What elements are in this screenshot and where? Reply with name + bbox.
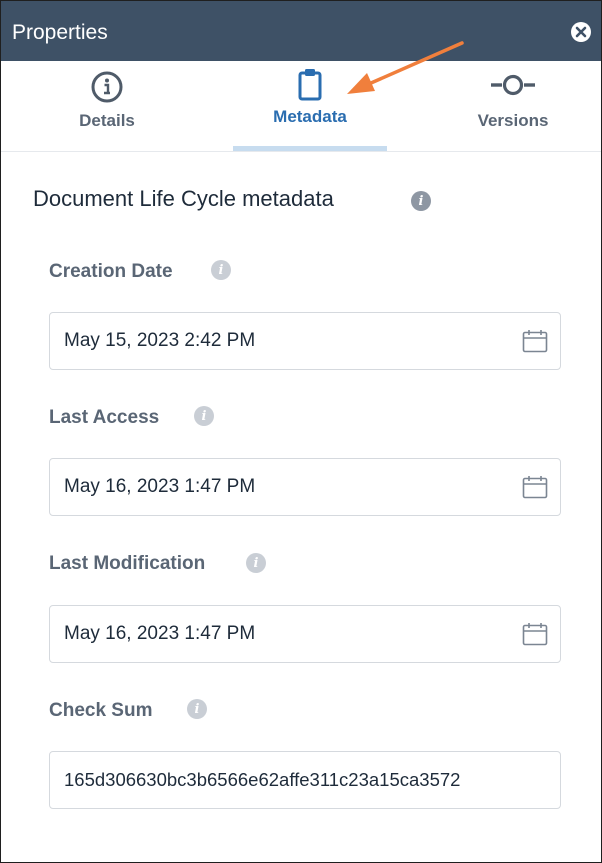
- panel-titlebar: Properties: [1, 1, 601, 61]
- tab-versions[interactable]: Versions: [461, 61, 565, 151]
- field-label-creation-date: Creation Date: [49, 261, 173, 282]
- tab-details-label: Details: [79, 111, 135, 130]
- calendar-icon[interactable]: [522, 622, 548, 646]
- tab-metadata[interactable]: Metadata: [233, 61, 387, 151]
- calendar-icon[interactable]: [522, 475, 548, 499]
- field-label-last-access: Last Access: [49, 407, 160, 428]
- tab-details[interactable]: Details: [57, 61, 157, 151]
- tab-bar: Details Metadata Versions: [1, 61, 601, 152]
- creation-date-field[interactable]: May 15, 2023 2:42 PM: [49, 312, 561, 370]
- creation-date-value: May 15, 2023 2:42 PM: [64, 330, 256, 351]
- field-label-last-modification: Last Modification: [49, 553, 206, 574]
- last-access-info-icon[interactable]: i: [194, 406, 214, 426]
- active-tab-indicator: [233, 146, 387, 151]
- info-circle-icon: [91, 71, 123, 103]
- check-sum-value: 165d306630bc3b6566e62affe311c23a15ca3572: [64, 769, 461, 790]
- clipboard-icon: [298, 69, 322, 101]
- last-modification-field[interactable]: May 16, 2023 1:47 PM: [49, 605, 561, 663]
- field-label-check-sum: Check Sum: [49, 700, 153, 721]
- check-sum-info-icon[interactable]: i: [187, 699, 207, 719]
- commit-icon: [491, 74, 535, 96]
- tab-versions-label: Versions: [477, 111, 549, 130]
- close-icon: [575, 26, 587, 38]
- last-access-field[interactable]: May 16, 2023 1:47 PM: [49, 458, 561, 516]
- section-info-icon[interactable]: i: [411, 191, 431, 211]
- panel-title: Properties: [12, 21, 108, 44]
- creation-date-info-icon[interactable]: i: [211, 260, 231, 280]
- last-access-value: May 16, 2023 1:47 PM: [64, 476, 256, 497]
- section-title-text: Document Life Cycle metadata: [33, 186, 334, 211]
- properties-panel: Properties Details Metadata Versions Doc…: [0, 0, 602, 863]
- section-title: Document Life Cycle metadata: [33, 186, 334, 212]
- check-sum-field[interactable]: 165d306630bc3b6566e62affe311c23a15ca3572: [49, 751, 561, 809]
- tab-metadata-label: Metadata: [273, 107, 347, 126]
- calendar-icon[interactable]: [522, 329, 548, 353]
- close-button[interactable]: [571, 22, 591, 42]
- last-modification-value: May 16, 2023 1:47 PM: [64, 623, 256, 644]
- last-modification-info-icon[interactable]: i: [246, 553, 266, 573]
